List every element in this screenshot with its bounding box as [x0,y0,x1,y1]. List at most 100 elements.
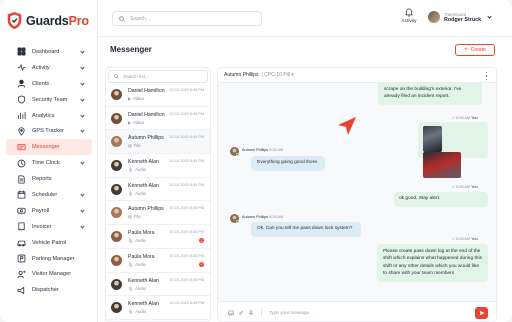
message-time: 8:26 AM [269,215,284,219]
message-input[interactable]: Type your message... [269,310,313,315]
chevron-down-icon [80,160,85,165]
conversation-item[interactable]: Kenneth Alan 🎙 Audio 10-10-2023 8:45 PM [106,154,210,178]
vehicle-icon [17,238,26,247]
message-sender: You [471,116,478,120]
sidebar-item-visitor-manager[interactable]: Visitor Manager [6,266,92,282]
sidebar-item-scheduler[interactable]: Scheduler [6,187,92,203]
file-icon: ▤ [128,214,132,220]
plus-icon: + [464,47,468,53]
create-button-label: Create [470,47,486,53]
conversation-time: 10-10-2023 8:45 PM [169,253,204,258]
conversation-item[interactable]: Paula Mora 🎙 Audio 10-10-2023 8:45 PM 2 [106,225,210,249]
conversation-list: Search list... Daniel Hamilton ▶ Video 10-1… [105,67,211,322]
bell-icon [405,8,413,17]
chat-contact-name: Autumn Phillips [224,72,259,78]
message-meta: Autumn Phillips 8:26 AM [242,148,283,152]
message-time: 8:26 AM [456,185,471,189]
sidebar-item-label: Invoicer [32,223,52,230]
sidebar-item-label: Dashboard [32,48,60,55]
conversation-preview-text: Video [133,96,144,101]
sidebar-item-dashboard[interactable]: Dashboard [6,44,92,60]
brand-logo[interactable]: GuardsPro [6,11,89,30]
chevron-down-icon [80,65,85,70]
sidebar-item-clients[interactable]: Clients [6,76,92,92]
chat-panel: Autumn Phillips | CPC-10 Pill ▾ scrape o… [217,67,497,322]
conversation-preview-text: Audio [135,285,147,291]
conversation-preview: 🎙 Audio [128,191,210,196]
top-bar: Search... Activity TransGuard Rodger Str… [98,0,512,37]
composer-divider [261,308,262,317]
sidebar-item-activity[interactable]: Activity [6,60,92,76]
activity-button[interactable]: Activity [398,8,420,24]
message-time: 8:26 AM [269,148,284,152]
chevron-down-icon [487,13,492,19]
conversation-item[interactable]: Autumn Phillips ▤ File 10-10-2023 8:45 PM [106,201,210,226]
sidebar-item-label: Activity [32,64,50,71]
sidebar-item-parking-manager[interactable]: Parking Manager [6,251,92,267]
global-search-input[interactable]: Search... [112,11,262,26]
message-meta: ✓ 8:26 AM You [452,236,478,241]
conversation-search-input[interactable]: Search list... [108,70,208,83]
sidebar-item-invoicer[interactable]: Invoicer [6,219,92,235]
send-button[interactable] [475,307,488,319]
video-icon: ▶ [128,96,132,101]
audio-icon: 🎙 [128,285,134,291]
conversation-preview: ▤ File [128,214,210,219]
chevron-down-icon [80,192,85,197]
read-check-icon: ✓ [452,116,456,120]
create-button[interactable]: + Create [455,44,495,56]
conversation-preview: 🎙 Audio [128,238,210,243]
conversation-item[interactable]: Kenneth Alan 🎙 Audio 10-10-2023 8:45 PM [106,178,210,202]
message-bubble-in: Everything going good there. [251,156,325,171]
conversation-preview: 🎙 Audio [128,286,210,291]
avatar [230,147,239,156]
search-icon [114,74,119,79]
conversation-item[interactable]: Kenneth Alan 🎙 Audio 10-10-2023 8:45 PM [106,296,210,320]
sidebar-nav: Dashboard Activity Clients Security Team Ana… [6,44,92,298]
message-time: 8:26 AM [456,116,471,120]
attached-photo[interactable] [423,152,461,178]
conversation-item[interactable]: Daniel Hamilton ▶ Video 10-10-2023 8:45 PM [106,83,210,107]
sidebar-item-gps-tracker[interactable]: GPS Tracker [6,123,92,139]
conversation-time: 10-10-2023 8:45 PM [169,135,204,140]
activity-icon [17,63,26,72]
conversation-items: Daniel Hamilton ▶ Video 10-10-2023 8:45 PM D… [106,83,210,320]
conversation-preview-text: Audio [135,238,147,244]
sidebar-item-time-clock[interactable]: Time Clock [6,155,92,171]
microphone-icon[interactable] [248,309,254,316]
sidebar-item-payroll[interactable]: Payroll [6,203,92,219]
attached-photo[interactable] [423,126,442,152]
sidebar-item-security-team[interactable]: Security Team [6,92,92,108]
search-icon [119,15,125,22]
message-time: 8:26 AM [456,237,471,241]
parking-icon [17,254,26,263]
sidebar-item-reports[interactable]: Reports [6,171,92,187]
more-options-icon[interactable] [486,72,488,80]
image-icon[interactable] [228,310,234,316]
sidebar-item-vehicle-patrol[interactable]: Vehicle Patrol [6,235,92,251]
dispatcher-icon [17,286,26,295]
invoicer-icon [17,222,26,231]
dashboard-icon [17,47,26,56]
attachment-icon[interactable] [238,310,244,316]
conversation-item[interactable]: Kenneth Alan 🎙 Audio 10-10-2023 8:45 PM [106,273,210,297]
sidebar-item-analytics[interactable]: Analytics [6,108,92,124]
avatar [111,254,122,266]
page-title: Messenger [110,45,152,54]
message-bubble-in: Ok. Can you tell me pass down lock syste… [251,222,361,237]
conversation-time: 10-10-2023 8:45 PM [169,301,204,306]
avatar [111,302,122,314]
chat-contact-post[interactable]: | CPC-10 Pill ▾ [261,72,293,78]
conversation-item[interactable]: Autumn Phillips ▤ File 10-10-2023 8:45 PM [106,130,210,155]
conversation-time: 10-10-2023 8:45 PM [169,277,204,282]
conversation-time: 10-10-2023 8:45 PM [169,88,204,92]
user-menu[interactable]: TransGuard Rodger Struck [428,11,492,23]
sidebar-item-dispatcher[interactable]: Dispatcher [6,282,92,298]
conversation-item[interactable]: Paula Mora 🎙 Audio 10-10-2023 8:45 PM 2 [106,249,210,273]
conversation-preview-text: Audio [135,261,147,267]
audio-icon: 🎙 [128,238,134,244]
conversation-preview-text: Audio [135,309,147,315]
conversation-item[interactable]: Daniel Hamilton ▶ Video 10-10-2023 8:45 PM [106,107,210,131]
sidebar-item-messenger[interactable]: Messenger [6,139,92,156]
message-meta: ✓ 8:26 AM You [452,184,478,189]
